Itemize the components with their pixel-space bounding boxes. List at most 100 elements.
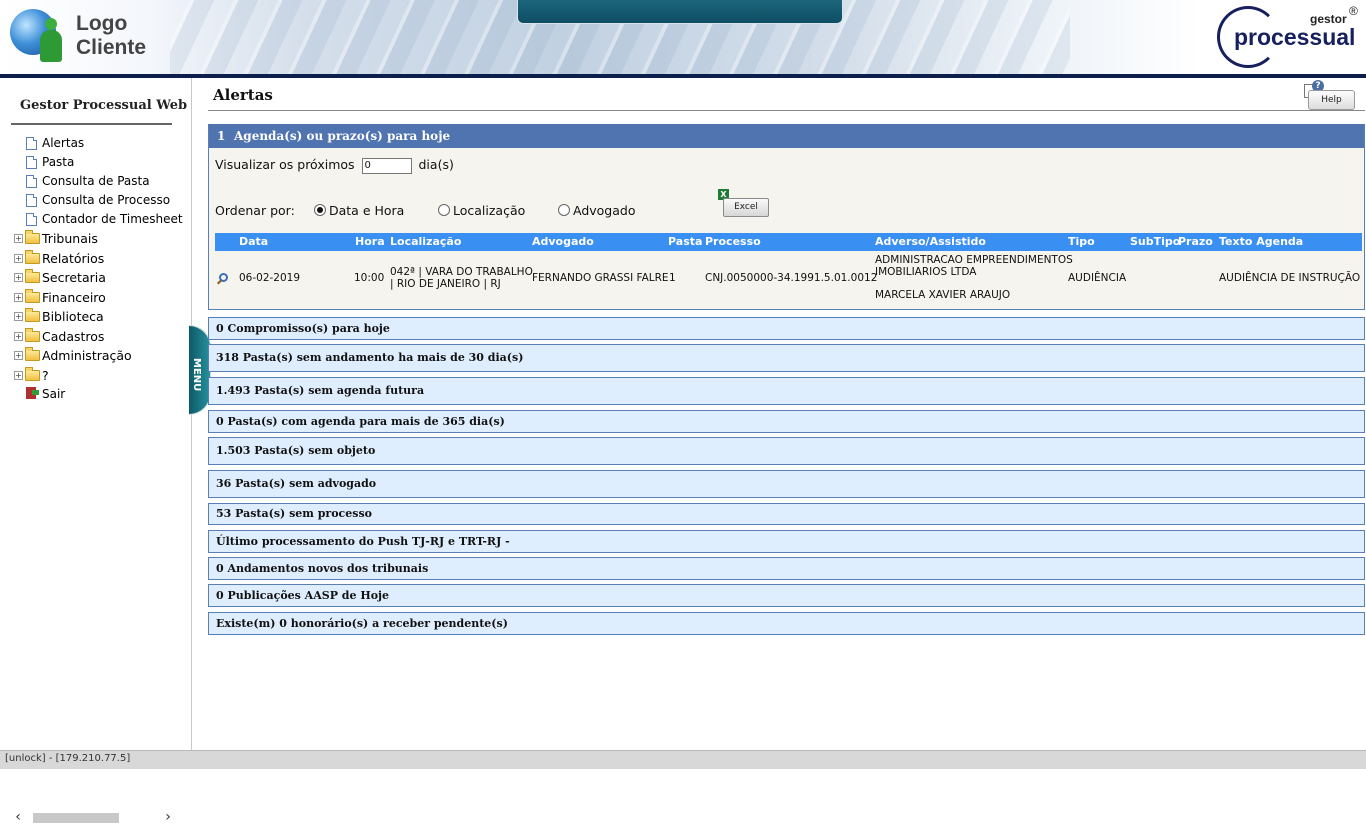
logo-line-1: Logo (76, 12, 128, 35)
brand-registered: ® (1349, 4, 1358, 18)
app-header: Logo Cliente gestor ® processual (0, 0, 1366, 74)
agenda-panel-header[interactable]: 1 Agenda(s) ou prazo(s) para hoje (209, 124, 1364, 148)
sidebar-item[interactable]: + Financeiro (14, 288, 190, 308)
table-row[interactable]: 06-02-2019 10:00 042ª | VARA DO TRABALHO… (215, 251, 1362, 305)
col-processo[interactable]: Processo (705, 233, 761, 251)
sidebar-item[interactable]: Sair (14, 385, 190, 404)
document-icon (26, 194, 37, 207)
folder-icon (25, 308, 40, 322)
alert-row[interactable]: 1.493 Pasta(s) sem agenda futura (208, 377, 1365, 405)
cell-advogado: FERNANDO GRASSI FALRE (532, 272, 669, 284)
page-title: Alertas (213, 86, 273, 104)
sidebar-item[interactable]: Contador de Timesheet (14, 210, 190, 229)
alert-row[interactable]: 1.503 Pasta(s) sem objeto (208, 437, 1365, 465)
expand-icon[interactable]: + (14, 331, 23, 341)
order-option-data-hora[interactable]: Data e Hora (314, 203, 404, 218)
sidebar-item[interactable]: + Administração (14, 346, 190, 366)
alert-label: 0 Pasta(s) com agenda para mais de 365 d… (216, 414, 505, 428)
sidebar-scrollbar[interactable]: ‹ › (10, 810, 180, 826)
sidebar-item[interactable]: + Relatórios (14, 249, 190, 269)
folder-icon (25, 347, 40, 361)
alert-row[interactable]: 53 Pasta(s) sem processo (208, 503, 1365, 525)
alert-row[interactable]: 0 Pasta(s) com agenda para mais de 365 d… (208, 410, 1365, 433)
magnifier-icon[interactable] (219, 273, 228, 282)
sidebar: Gestor Processual Web Alertas Pasta Consul… (0, 78, 192, 826)
help-button[interactable]: Help (1308, 90, 1355, 110)
document-icon (26, 175, 37, 188)
order-option-label: Advogado (573, 203, 636, 218)
sidebar-item[interactable]: Alertas (14, 134, 190, 153)
order-option-advogado[interactable]: Advogado (558, 203, 636, 218)
folder-icon (25, 288, 40, 303)
sidebar-item[interactable]: Pasta (14, 153, 190, 172)
status-text: [unlock] - [179.210.77.5] (5, 753, 131, 764)
radio-advogado[interactable] (558, 204, 570, 216)
scroll-left-icon[interactable]: ‹ (10, 810, 26, 826)
scrollbar-thumb[interactable] (33, 813, 119, 823)
sidebar-item[interactable]: +? (14, 366, 190, 386)
sidebar-item[interactable]: + Secretaria (14, 268, 190, 288)
sidebar-item-label: Financeiro (42, 289, 106, 305)
excel-export-button[interactable]: Excel (723, 198, 769, 217)
order-option-label: Localização (453, 203, 526, 218)
cell-pasta: 1 (669, 272, 676, 284)
scroll-right-icon[interactable]: › (160, 810, 176, 826)
radio-localizacao[interactable] (438, 204, 450, 216)
col-hora[interactable]: Hora (355, 233, 385, 251)
col-subtipo[interactable]: SubTipo (1130, 233, 1180, 251)
view-days-row: Visualizar os próximos 0 dia(s) (215, 157, 454, 174)
order-option-localizacao[interactable]: Localização (438, 203, 525, 218)
sidebar-item[interactable]: + Tribunais (14, 229, 190, 249)
view-suffix: dia(s) (418, 157, 454, 172)
alert-row[interactable]: 36 Pasta(s) sem advogado (208, 470, 1365, 498)
alert-row[interactable]: 318 Pasta(s) sem andamento ha mais de 30… (208, 344, 1365, 372)
cell-texto-agenda: AUDIÊNCIA DE INSTRUÇÃO (1219, 272, 1361, 284)
alert-label: 0 Compromisso(s) para hoje (216, 321, 390, 335)
agenda-panel: 1 Agenda(s) ou prazo(s) para hoje Visual… (208, 124, 1365, 310)
sidebar-item[interactable]: + Cadastros (14, 327, 190, 347)
sidebar-item-label: ? (42, 367, 49, 383)
expand-icon[interactable]: + (14, 312, 23, 321)
document-icon (26, 213, 37, 226)
col-texto-agenda[interactable]: Texto Agenda (1219, 233, 1303, 251)
sidebar-divider (11, 123, 172, 125)
expand-icon[interactable]: + (14, 351, 23, 360)
col-pasta[interactable]: Pasta (668, 233, 702, 251)
radio-data-hora[interactable] (314, 204, 326, 216)
alert-label: 318 Pasta(s) sem andamento ha mais de 30… (216, 351, 524, 364)
agenda-title: Agenda(s) ou prazo(s) para hoje (234, 129, 451, 143)
expand-icon[interactable]: + (14, 234, 23, 243)
sidebar-title: Gestor Processual Web (20, 98, 188, 113)
sidebar-item[interactable]: + Biblioteca (14, 307, 190, 327)
expand-icon[interactable]: + (14, 292, 23, 302)
alert-row[interactable]: Existe(m) 0 honorário(s) a receber pende… (208, 612, 1365, 635)
sidebar-item[interactable]: Consulta de Processo (14, 191, 190, 210)
expand-icon[interactable]: + (14, 273, 23, 282)
alert-label: 0 Publicações AASP de Hoje (216, 588, 390, 602)
col-advogado[interactable]: Advogado (532, 233, 594, 251)
sidebar-item-label: Contador de Timesheet (42, 212, 183, 226)
col-adverso[interactable]: Adverso/Assistido (875, 233, 986, 251)
alert-row[interactable]: 0 Andamentos novos dos tribunais (208, 557, 1365, 580)
cell-localizacao-1: 042ª | VARA DO TRABALHO (390, 266, 533, 278)
cell-hora: 10:00 (354, 272, 385, 284)
sidebar-item-label: Sair (42, 387, 66, 401)
table-header: Data Hora Localização Advogado Pasta Pro… (215, 233, 1362, 251)
col-localizacao[interactable]: Localização (390, 233, 461, 251)
alert-row[interactable]: 0 Compromisso(s) para hoje (208, 317, 1365, 340)
expand-icon[interactable]: + (14, 253, 23, 263)
col-data[interactable]: Data (239, 233, 268, 251)
folder-icon (25, 269, 40, 283)
expand-icon[interactable]: + (14, 370, 23, 380)
col-tipo[interactable]: Tipo (1068, 233, 1095, 251)
order-label: Ordenar por: (215, 203, 295, 218)
view-prefix: Visualizar os próximos (215, 157, 355, 172)
alert-label: 53 Pasta(s) sem processo (216, 507, 372, 520)
days-input[interactable]: 0 (361, 157, 412, 174)
navigation-tree: Alertas Pasta Consulta de Pasta Consulta de… (14, 134, 190, 404)
person-icon (40, 18, 64, 62)
col-prazo[interactable]: Prazo (1178, 233, 1213, 251)
alert-row[interactable]: Último processamento do Push TJ-RJ e TRT… (208, 530, 1365, 553)
alert-row[interactable]: 0 Publicações AASP de Hoje (208, 584, 1365, 607)
sidebar-item[interactable]: Consulta de Pasta (14, 172, 190, 191)
